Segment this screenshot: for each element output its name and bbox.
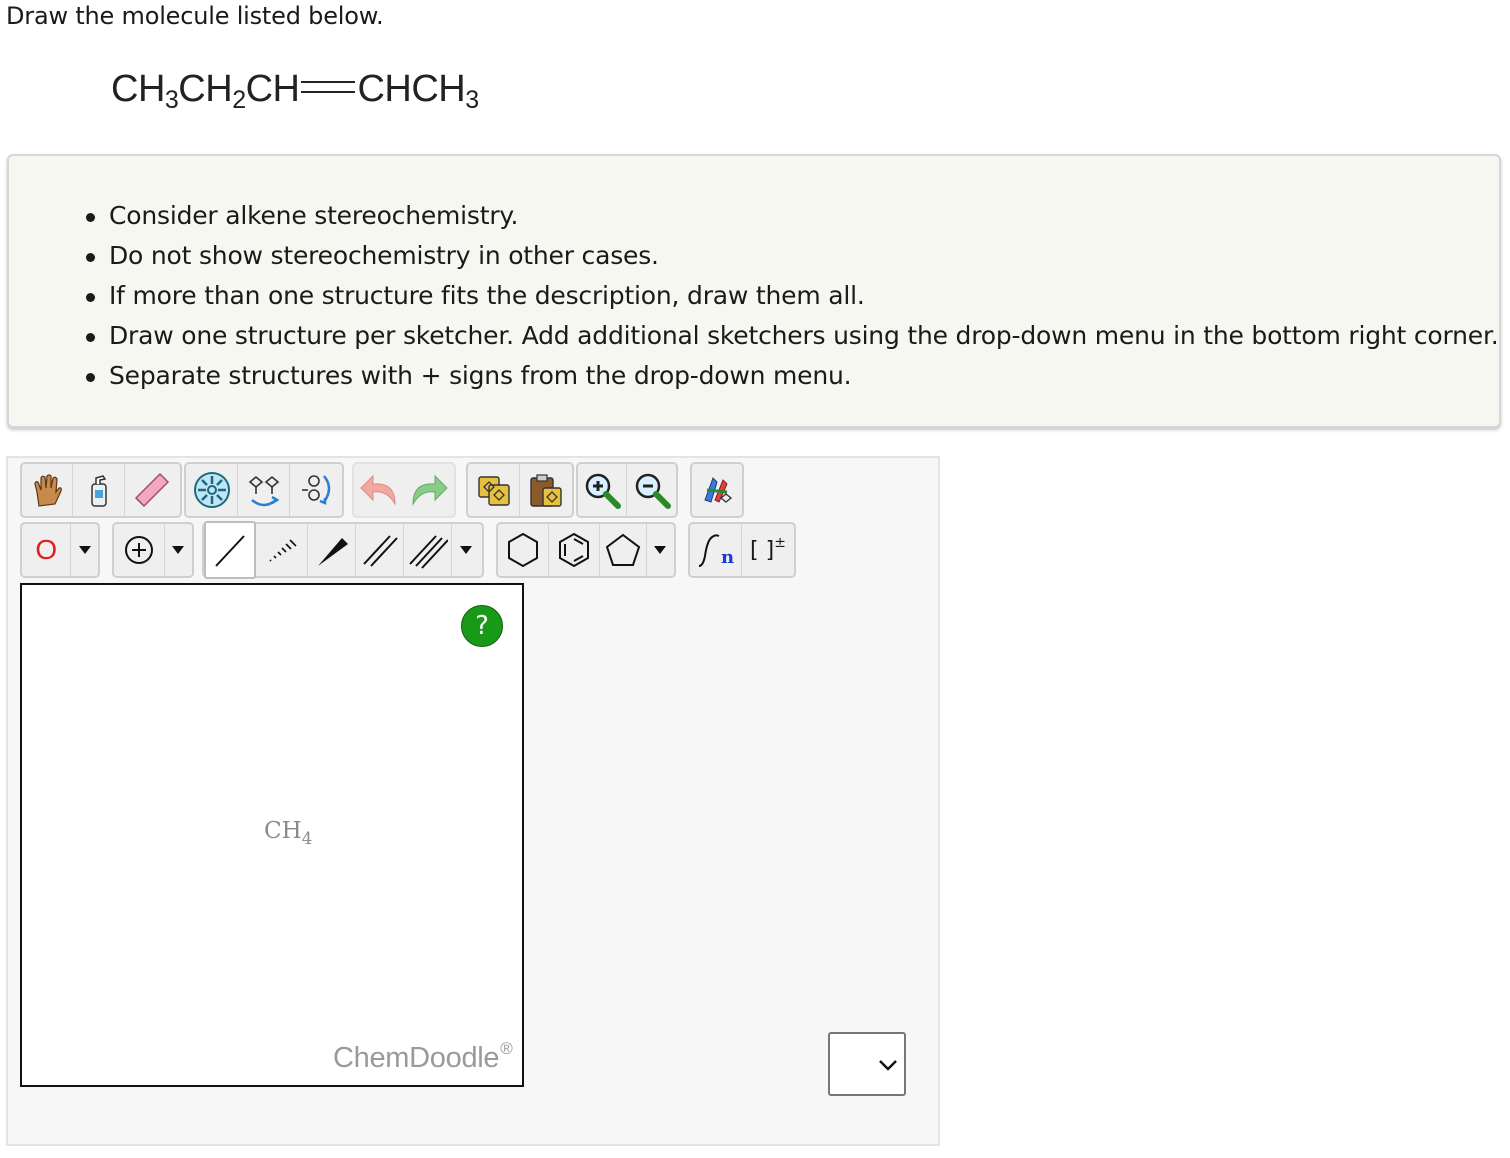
- center-icon: [193, 472, 230, 508]
- single-bond-icon: [215, 535, 245, 567]
- clear-icon: [90, 475, 107, 507]
- flip-button[interactable]: [238, 463, 290, 517]
- copy-button[interactable]: [468, 463, 520, 517]
- ring-dropdown-button[interactable]: [647, 523, 674, 577]
- template-group: n [ ] ±: [688, 522, 796, 578]
- hexagon-icon: [507, 532, 538, 568]
- brand-label: ChemDoodle: [333, 1042, 500, 1074]
- caret-down-icon: [460, 546, 472, 554]
- undo-button[interactable]: [354, 463, 404, 517]
- redo-button[interactable]: [404, 463, 454, 517]
- wedge-bond-button[interactable]: [308, 523, 356, 577]
- atom-selector: O: [20, 522, 100, 578]
- charge-plus-icon: [124, 536, 153, 564]
- brand-mark: ®: [500, 1039, 513, 1058]
- triple-bond-button[interactable]: [404, 523, 452, 577]
- cleanup-icon: [704, 477, 733, 503]
- ring-selector: [496, 522, 676, 578]
- chemdoodle-watermark: ChemDoodle®: [333, 1039, 513, 1075]
- toolbar-group-history: [352, 462, 456, 518]
- atom-o-button[interactable]: O: [22, 523, 72, 577]
- redo-icon: [412, 474, 448, 506]
- benzene-button[interactable]: [549, 523, 600, 577]
- toolbar-group-clipboard: [466, 462, 574, 518]
- bracket-charge-sup: ±: [774, 535, 786, 551]
- hand-icon: [34, 474, 63, 507]
- benzene-icon: [558, 532, 589, 568]
- atom-label: O: [35, 534, 58, 565]
- instruction-item: Do not show stereochemistry in other cas…: [81, 236, 1499, 276]
- formula-subscript: 2: [232, 86, 246, 114]
- cyclopentane-button[interactable]: [600, 523, 647, 577]
- bond-selector: [202, 521, 484, 579]
- paste-icon: [530, 474, 562, 507]
- chevron-down-icon: [879, 1060, 897, 1071]
- copy-icon: [477, 476, 510, 506]
- clear-button[interactable]: [73, 463, 125, 517]
- caret-down-icon: [78, 546, 91, 554]
- instruction-item: Consider alkene stereochemistry.: [81, 196, 1499, 236]
- atom-dropdown-button[interactable]: [71, 523, 98, 577]
- formula-part: CH: [245, 68, 300, 110]
- triple-bond-icon: [408, 535, 448, 569]
- bracket-charge-button[interactable]: [ ] ±: [742, 523, 794, 577]
- wedge-bond-icon: [317, 538, 348, 566]
- double-bond-button[interactable]: [356, 523, 404, 577]
- charge-selector: [112, 522, 194, 578]
- formula-part: CH: [111, 68, 165, 110]
- instruction-item: If more than one structure fits the desc…: [81, 276, 1499, 316]
- hashed-bond-button[interactable]: [256, 523, 308, 577]
- formula-part: CH: [178, 68, 233, 110]
- bracket-label: [ ]: [750, 537, 775, 563]
- rotate-icon: [302, 475, 331, 505]
- hashed-bond-icon: [268, 539, 297, 562]
- instruction-item: Separate structures with + signs from th…: [81, 356, 1499, 396]
- prompt-text: Draw the molecule listed below.: [6, 2, 384, 30]
- help-button[interactable]: ?: [461, 605, 503, 647]
- zoom-out-button[interactable]: [627, 463, 676, 517]
- toolbar-group-edit: [20, 462, 182, 518]
- molecule-formula: CH3CH2CH CHCH3: [111, 68, 479, 114]
- instructions-box: Consider alkene stereochemistry. Do not …: [7, 154, 1501, 428]
- toolbar-group-zoom: [576, 462, 678, 518]
- formula-subscript: 3: [465, 86, 479, 114]
- center-button[interactable]: [186, 463, 238, 517]
- flip-icon: [248, 475, 279, 507]
- caret-down-icon: [654, 546, 667, 554]
- toolbar-group-transform: [184, 462, 344, 518]
- undo-icon: [360, 474, 396, 506]
- canvas-molecule[interactable]: CH4: [264, 818, 312, 848]
- double-bond-icon: [362, 535, 398, 567]
- instructions-list: Consider alkene stereochemistry. Do not …: [81, 196, 1499, 396]
- repeat-unit-button[interactable]: n: [690, 523, 742, 577]
- molecule-subscript: 4: [301, 829, 313, 849]
- eraser-icon: [135, 472, 170, 508]
- add-sketcher-dropdown[interactable]: [828, 1032, 906, 1096]
- paste-button[interactable]: [520, 463, 572, 517]
- formula-subscript: 3: [164, 86, 179, 114]
- eraser-button[interactable]: [125, 463, 180, 517]
- rotate-button[interactable]: [290, 463, 342, 517]
- bond-dropdown-button[interactable]: [452, 523, 480, 577]
- cleanup-button[interactable]: [692, 463, 742, 517]
- cyclohexane-button[interactable]: [498, 523, 549, 577]
- pentagon-icon: [605, 533, 640, 566]
- formula-part: CHCH: [357, 68, 466, 110]
- zoom-out-icon: [635, 473, 671, 509]
- zoom-in-button[interactable]: [578, 463, 628, 517]
- single-bond-button[interactable]: [204, 521, 256, 579]
- charge-plus-button[interactable]: [114, 523, 165, 577]
- molecule-label: CH: [264, 818, 302, 844]
- hand-tool-button[interactable]: [22, 463, 74, 517]
- instruction-item: Draw one structure per sketcher. Add add…: [81, 316, 1499, 356]
- toolbar-group-cleanup: [690, 462, 744, 518]
- caret-down-icon: [172, 546, 185, 554]
- zoom-in-icon: [585, 473, 621, 509]
- repeat-unit-label: n: [720, 546, 735, 568]
- repeat-unit-icon: [698, 534, 720, 567]
- double-bond: [301, 81, 356, 93]
- charge-dropdown-button[interactable]: [165, 523, 192, 577]
